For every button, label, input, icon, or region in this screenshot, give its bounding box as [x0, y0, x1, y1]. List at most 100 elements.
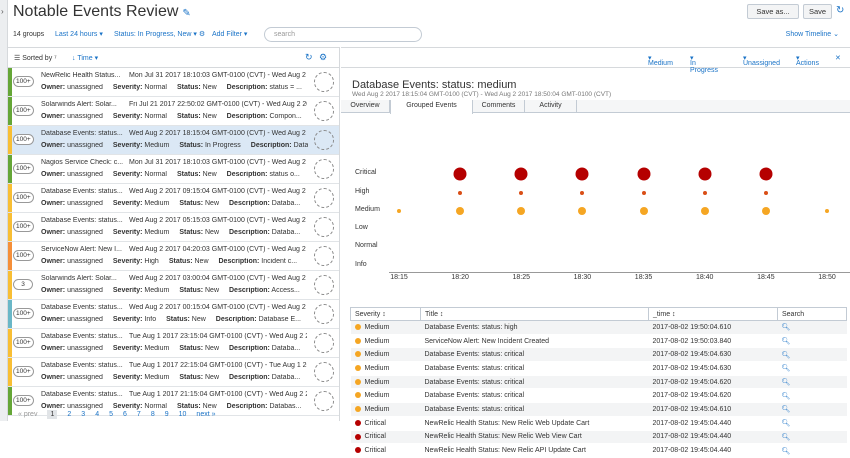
timeline-event-dot[interactable] — [759, 167, 773, 181]
add-filter-button[interactable]: Add Filter ▾ — [212, 29, 247, 41]
assignee-avatar[interactable] — [314, 362, 334, 382]
timeline-event-dot[interactable] — [456, 207, 465, 215]
time-filter[interactable]: Last 24 hours ▾ — [55, 29, 103, 41]
search-icon[interactable]: 🔍︎ — [782, 365, 791, 372]
timeline-event-dot[interactable] — [698, 167, 712, 181]
timeline-event-dot[interactable] — [763, 191, 768, 195]
group-row[interactable]: 100+ Database Events: status... Wed Aug 2 … — [8, 126, 339, 155]
page-link[interactable]: 5 — [109, 411, 113, 418]
search-icon[interactable]: 🔍︎ — [782, 393, 791, 400]
assignee-avatar[interactable] — [314, 304, 334, 324]
table-column-header[interactable]: Search — [777, 307, 847, 321]
search-icon[interactable]: 🔍︎ — [782, 448, 791, 455]
table-row[interactable]: Medium Database Events: status: critical 2… — [350, 375, 847, 390]
assignee-avatar[interactable] — [314, 130, 334, 150]
save-as-button[interactable]: Save as... — [747, 4, 799, 19]
prev-page-link[interactable]: « prev — [18, 411, 37, 418]
assignee-avatar[interactable] — [314, 391, 334, 411]
save-button[interactable]: Save — [803, 4, 832, 19]
severity-dropdown[interactable]: Medium ▾ — [648, 54, 673, 67]
show-timeline-toggle[interactable]: Show Timeline ⌄ — [786, 29, 839, 41]
table-row[interactable]: Critical NewRelic Health Status: New Reli… — [350, 443, 847, 458]
table-row[interactable]: Medium Database Events: status: critical 2… — [350, 388, 847, 404]
assignee-avatar[interactable] — [314, 101, 334, 121]
table-row[interactable]: Medium Database Events: status: high 2017-… — [350, 320, 847, 335]
page-link[interactable]: 10 — [179, 411, 187, 418]
group-row[interactable]: 100+ Database Events: status... Tue Aug 1 … — [8, 358, 339, 387]
table-column-header[interactable]: _time ↕ — [648, 307, 778, 321]
page-link[interactable]: 2 — [67, 411, 71, 418]
group-row[interactable]: 100+ Database Events: status... Tue Aug 1 … — [8, 329, 339, 358]
page-link[interactable]: 9 — [165, 411, 169, 418]
timeline-event-dot[interactable] — [700, 207, 709, 215]
edit-pencil-icon[interactable]: ✎ — [182, 8, 190, 19]
table-row[interactable]: Medium Database Events: status: critical 2… — [350, 347, 847, 363]
tab-comments[interactable]: Comments — [473, 100, 525, 113]
gear-icon[interactable]: ⚙ — [319, 52, 327, 63]
tab-overview[interactable]: Overview — [341, 100, 390, 113]
group-row[interactable]: 100+ Database Events: status... Wed Aug 2 … — [8, 213, 339, 242]
search-icon[interactable]: 🔍︎ — [782, 352, 791, 359]
page-link[interactable]: 3 — [81, 411, 85, 418]
next-page-link[interactable]: next » — [196, 411, 215, 418]
group-row[interactable]: 100+ Database Events: status... Wed Aug 2 … — [8, 184, 339, 213]
group-row[interactable]: 100+ Database Events: status... Wed Aug 2 … — [8, 300, 339, 329]
tab-grouped-events[interactable]: Grouped Events — [390, 100, 473, 114]
table-row[interactable]: Critical NewRelic Health Status: New Reli… — [350, 416, 847, 431]
search-input[interactable]: search — [264, 27, 422, 42]
assignee-avatar[interactable] — [314, 217, 334, 237]
timeline-event-dot[interactable] — [637, 167, 651, 181]
table-row[interactable]: Medium ServiceNow Alert: New Incident Cre… — [350, 334, 847, 349]
search-icon[interactable]: 🔍︎ — [782, 420, 791, 427]
timeline-event-dot[interactable] — [458, 191, 463, 195]
assignee-avatar[interactable] — [314, 159, 334, 179]
status-filter[interactable]: Status: In Progress, New ▾ ⚙ — [114, 29, 205, 41]
actions-dropdown[interactable]: Actions ▾ — [796, 54, 819, 67]
page-link[interactable]: 7 — [137, 411, 141, 418]
table-column-header[interactable]: Title ↕ — [420, 307, 649, 321]
timeline-event-dot[interactable] — [578, 207, 587, 215]
assignee-avatar[interactable] — [314, 246, 334, 266]
group-row[interactable]: 100+ Solarwinds Alert: Solar... Fri Jul 21… — [8, 97, 339, 126]
timeline-event-dot[interactable] — [453, 167, 467, 181]
table-row[interactable]: Critical NewRelic Health Status: New Reli… — [350, 430, 847, 445]
gear-icon[interactable]: ⚙ — [199, 31, 205, 38]
timeline-event-dot[interactable] — [514, 167, 528, 181]
sort-field-dropdown[interactable]: ↓ Time ▾ — [72, 54, 98, 62]
timeline-event-dot[interactable] — [641, 191, 646, 195]
table-column-header[interactable]: Severity ↕ — [350, 307, 421, 321]
assignee-avatar[interactable] — [314, 72, 334, 92]
search-icon[interactable]: 🔍︎ — [782, 434, 791, 441]
search-icon[interactable]: 🔍︎ — [782, 324, 791, 331]
group-row[interactable]: 100+ NewRelic Health Status... Mon Jul 31 … — [8, 68, 339, 97]
timeline-event-dot[interactable] — [825, 209, 829, 213]
assignee-avatar[interactable] — [314, 188, 334, 208]
collapse-panel-strip[interactable]: › — [0, 0, 8, 421]
timeline-event-dot[interactable] — [580, 191, 585, 195]
search-icon[interactable]: 🔍︎ — [782, 338, 791, 345]
group-row[interactable]: 100+ Nagios Service Check: c... Mon Jul 31… — [8, 155, 339, 184]
table-row[interactable]: Medium Database Events: status: critical 2… — [350, 361, 847, 376]
page-link[interactable]: 8 — [151, 411, 155, 418]
timeline-event-dot[interactable] — [702, 191, 707, 195]
assignee-avatar[interactable] — [314, 275, 334, 295]
timeline-event-dot[interactable] — [575, 167, 589, 181]
refresh-icon[interactable]: ↻ — [836, 5, 844, 16]
timeline-event-dot[interactable] — [517, 207, 526, 215]
page-link[interactable]: 6 — [123, 411, 127, 418]
group-row[interactable]: 100+ ServiceNow Alert: New I... Wed Aug 2 … — [8, 242, 339, 271]
timeline-event-dot[interactable] — [397, 209, 401, 213]
assignee-avatar[interactable] — [314, 333, 334, 353]
status-dropdown[interactable]: In Progress ▾ — [690, 54, 718, 74]
group-row[interactable]: 3 Solarwinds Alert: Solar... Wed Aug 2 201… — [8, 271, 339, 300]
owner-dropdown[interactable]: Unassigned ▾ — [743, 54, 780, 67]
close-icon[interactable]: ✕ — [835, 54, 841, 62]
page-link[interactable]: 4 — [95, 411, 99, 418]
page-link[interactable]: 1 — [47, 410, 58, 419]
refresh-icon[interactable]: ↻ — [305, 52, 313, 63]
timeline-event-dot[interactable] — [639, 207, 648, 215]
search-icon[interactable]: 🔍︎ — [782, 379, 791, 386]
timeline-event-dot[interactable] — [519, 191, 524, 195]
timeline-event-dot[interactable] — [761, 207, 770, 215]
chevron-right-icon[interactable]: › — [1, 7, 4, 16]
